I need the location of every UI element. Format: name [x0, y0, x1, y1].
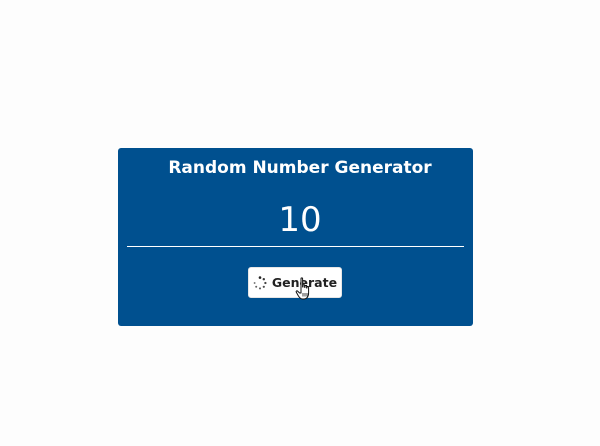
generate-button-label: Generate	[271, 275, 338, 290]
divider-line	[127, 246, 464, 247]
spinner-icon	[253, 275, 267, 290]
random-number-display: 10	[278, 200, 322, 240]
generate-button[interactable]: Generate	[248, 267, 342, 298]
widget-title: Random Number Generator	[168, 158, 432, 178]
